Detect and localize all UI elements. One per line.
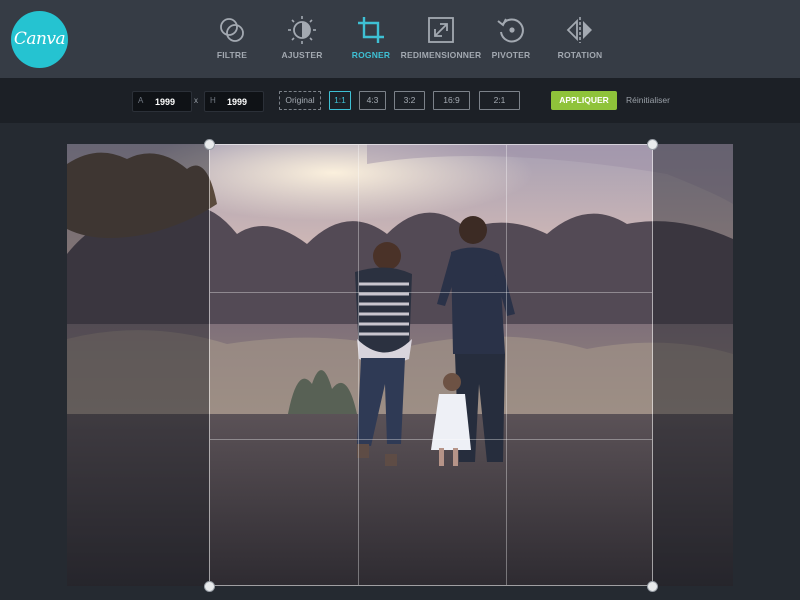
crop-handle-bottom-right[interactable] xyxy=(647,581,658,592)
height-field[interactable]: H xyxy=(204,91,264,112)
dimension-separator: x xyxy=(194,96,198,105)
reset-link[interactable]: Réinitialiser xyxy=(626,95,670,105)
ratio-2-1-button[interactable]: 2:1 xyxy=(479,91,520,110)
tool-flip-label: ROTATION xyxy=(557,50,603,60)
tool-flip[interactable]: ROTATION xyxy=(535,14,625,66)
crop-handle-top-left[interactable] xyxy=(204,139,215,150)
crop-options-bar: A H Original 1:1 4:3 3:2 16:9 2:1 APPLIQ… xyxy=(0,78,800,123)
crop-mask-right xyxy=(653,144,733,586)
ratio-1-1-button[interactable]: 1:1 xyxy=(329,91,351,110)
grid-line-horizontal-1 xyxy=(210,292,652,293)
adjust-icon xyxy=(288,16,316,44)
height-field-label: H xyxy=(210,96,216,105)
top-toolbar: Canva FILTRE AJUSTER ROGNER REDIMENSIONN… xyxy=(0,0,800,78)
height-input[interactable] xyxy=(225,94,263,110)
grid-line-vertical-2 xyxy=(506,145,507,585)
width-input[interactable] xyxy=(153,94,191,110)
apply-button[interactable]: APPLIQUER xyxy=(551,91,617,110)
ratio-3-2-button[interactable]: 3:2 xyxy=(394,91,425,110)
ratio-4-3-button[interactable]: 4:3 xyxy=(359,91,386,110)
filter-icon xyxy=(220,18,244,42)
crop-icon xyxy=(358,17,384,43)
resize-icon xyxy=(428,17,454,43)
flip-icon xyxy=(566,17,592,43)
ratio-original-button[interactable]: Original xyxy=(279,91,321,110)
crop-handle-top-right[interactable] xyxy=(647,139,658,150)
grid-line-vertical-1 xyxy=(358,145,359,585)
crop-mask-left xyxy=(67,144,209,586)
crop-frame[interactable] xyxy=(209,144,653,586)
rotate-icon xyxy=(497,18,524,43)
grid-line-horizontal-2 xyxy=(210,439,652,440)
ratio-16-9-button[interactable]: 16:9 xyxy=(433,91,470,110)
width-field[interactable]: A xyxy=(132,91,192,112)
canva-logo[interactable]: Canva xyxy=(11,11,68,68)
width-field-label: A xyxy=(138,96,144,105)
crop-handle-bottom-left[interactable] xyxy=(204,581,215,592)
